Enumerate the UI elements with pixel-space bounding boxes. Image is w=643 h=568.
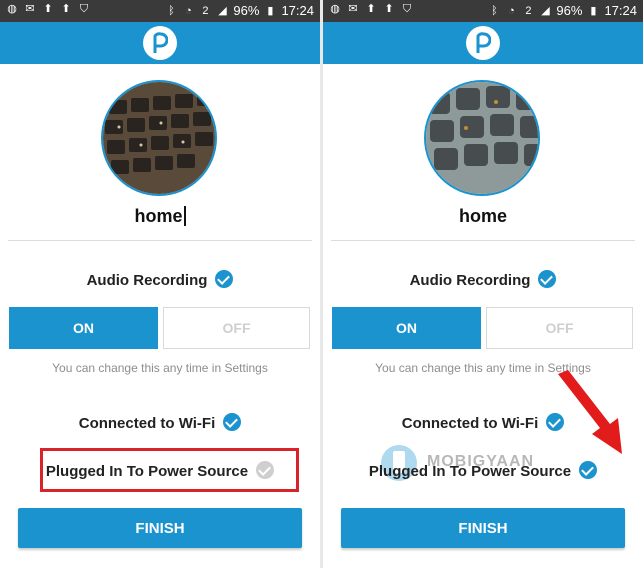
check-icon <box>223 413 242 431</box>
settings-hint: You can change this any time in Settings <box>52 361 268 375</box>
signal-icon: ◢ <box>541 4 550 17</box>
sim-badge: 2 <box>525 4 532 17</box>
battery-text: 96% <box>233 3 260 18</box>
audio-recording-row: Audio Recording <box>0 270 320 289</box>
audio-recording-label: Audio Recording <box>409 272 531 289</box>
camera-thumbnail[interactable] <box>103 82 215 194</box>
battery-icon: ▮ <box>590 4 597 17</box>
audio-off-button[interactable]: OFF <box>163 307 310 349</box>
status-bar: ◍ ✉ ⬆ ⬆ ⛉ ᛒ ◔ 2 ◢ 96% ▮ 17:24 <box>0 0 320 22</box>
audio-off-button[interactable]: OFF <box>486 307 633 349</box>
power-row: Plugged In To Power Source <box>323 461 643 480</box>
audio-on-button[interactable]: ON <box>9 307 158 349</box>
check-icon <box>579 461 598 479</box>
audio-recording-label: Audio Recording <box>86 272 208 289</box>
clock: 17:24 <box>604 3 637 18</box>
p-logo-icon <box>466 26 500 60</box>
camera-name-text: home <box>134 206 183 226</box>
wifi-row: Connected to Wi-Fi <box>0 413 320 432</box>
check-icon <box>215 270 234 288</box>
battery-text: 96% <box>556 3 583 18</box>
red-arrow-icon <box>558 370 622 454</box>
mail-icon: ✉ <box>348 3 358 15</box>
mail-icon: ✉ <box>25 3 35 15</box>
wifi-label: Connected to Wi-Fi <box>401 415 539 432</box>
p-logo-icon <box>143 26 177 60</box>
samsung-icon: ◍ <box>7 3 17 15</box>
divider <box>331 240 635 241</box>
shield-icon: ⛉ <box>402 3 412 15</box>
camera-name-field[interactable]: home <box>0 206 320 227</box>
sim-badge: 2 <box>202 4 209 17</box>
signal-icon: ◢ <box>218 4 227 17</box>
text-caret <box>183 206 186 226</box>
app-bar <box>0 22 320 64</box>
app-bar <box>323 22 643 64</box>
wifi-label: Connected to Wi-Fi <box>78 415 216 432</box>
screen-right: ◍ ✉ ⬆ ⬆ ⛉ ᛒ ◔ 2 ◢ 96% ▮ 17:24 home Audio… <box>323 0 643 568</box>
upload-icon: ⬆ <box>43 3 53 15</box>
camera-thumbnail[interactable] <box>426 82 538 194</box>
finish-button[interactable]: FINISH <box>18 508 302 548</box>
status-bar: ◍ ✉ ⬆ ⬆ ⛉ ᛒ ◔ 2 ◢ 96% ▮ 17:24 <box>323 0 643 22</box>
check-icon <box>538 270 557 288</box>
audio-recording-row: Audio Recording <box>323 270 643 289</box>
upload-icon: ⬆ <box>384 3 394 15</box>
screen-left: ◍ ✉ ⬆ ⬆ ⛉ ᛒ ◔ 2 ◢ 96% ▮ 17:24 home Audio… <box>0 0 320 568</box>
upload-icon: ⬆ <box>366 3 376 15</box>
bluetooth-icon: ᛒ <box>168 4 175 17</box>
wifi-icon: ◔ <box>508 4 515 17</box>
shield-icon: ⛉ <box>79 3 89 15</box>
divider <box>8 240 312 241</box>
battery-icon: ▮ <box>267 4 274 17</box>
camera-name-field[interactable]: home <box>323 206 643 227</box>
wifi-icon: ◔ <box>185 4 192 17</box>
camera-name-text: home <box>458 206 507 226</box>
bluetooth-icon: ᛒ <box>491 4 498 17</box>
audio-on-button[interactable]: ON <box>332 307 481 349</box>
finish-button[interactable]: FINISH <box>341 508 625 548</box>
upload-icon: ⬆ <box>61 3 71 15</box>
highlight-box <box>40 448 299 492</box>
samsung-icon: ◍ <box>330 3 340 15</box>
power-label: Plugged In To Power Source <box>368 463 572 480</box>
clock: 17:24 <box>281 3 314 18</box>
